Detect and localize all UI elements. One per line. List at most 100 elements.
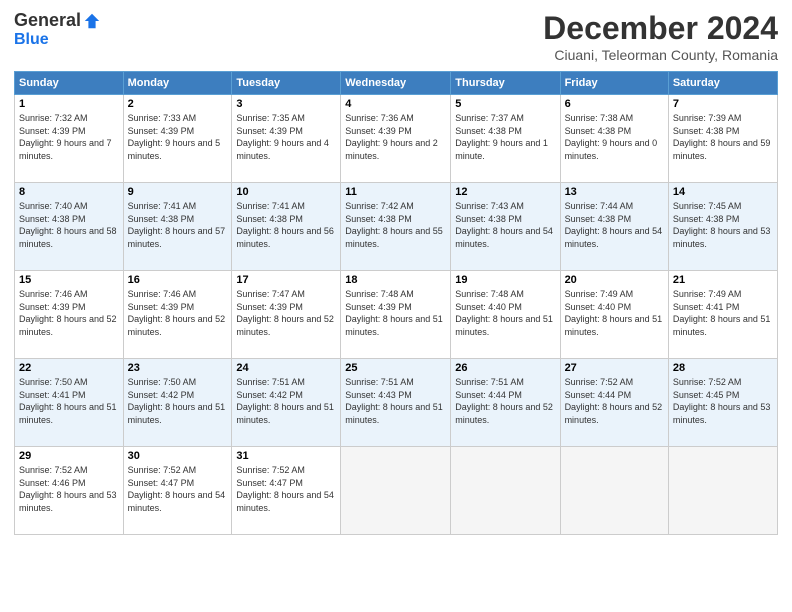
day-info: Sunrise: 7:52 AMSunset: 4:47 PMDaylight:…	[236, 464, 336, 514]
calendar-cell: 8 Sunrise: 7:40 AMSunset: 4:38 PMDaylight…	[15, 183, 124, 271]
day-number: 16	[128, 274, 228, 286]
day-number: 3	[236, 98, 336, 110]
calendar-cell: 16 Sunrise: 7:46 AMSunset: 4:39 PMDayligh…	[123, 271, 232, 359]
day-info: Sunrise: 7:39 AMSunset: 4:38 PMDaylight:…	[673, 112, 773, 162]
day-info: Sunrise: 7:48 AMSunset: 4:39 PMDaylight:…	[345, 288, 446, 338]
day-info: Sunrise: 7:52 AMSunset: 4:45 PMDaylight:…	[673, 376, 773, 426]
calendar-cell: 26Sunrise: 7:51 AMSunset: 4:44 PMDayligh…	[451, 359, 560, 447]
col-tuesday: Tuesday	[232, 72, 341, 95]
day-info: Sunrise: 7:43 AMSunset: 4:38 PMDaylight:…	[455, 200, 555, 250]
calendar-cell: 13 Sunrise: 7:44 AMSunset: 4:38 PMDayligh…	[560, 183, 668, 271]
day-number: 12	[455, 186, 555, 198]
day-info: Sunrise: 7:40 AMSunset: 4:38 PMDaylight:…	[19, 200, 119, 250]
day-number: 4	[345, 98, 446, 110]
col-monday: Monday	[123, 72, 232, 95]
day-number: 20	[565, 274, 664, 286]
day-number: 2	[128, 98, 228, 110]
calendar-cell	[668, 447, 777, 535]
logo-icon	[83, 12, 101, 30]
calendar-cell	[451, 447, 560, 535]
calendar-cell: 30 Sunrise: 7:52 AMSunset: 4:47 PMDayligh…	[123, 447, 232, 535]
day-info: Sunrise: 7:52 AMSunset: 4:44 PMDaylight:…	[565, 376, 664, 426]
day-number: 22	[19, 362, 119, 374]
day-number: 15	[19, 274, 119, 286]
calendar-table: Sunday Monday Tuesday Wednesday Thursday…	[14, 71, 778, 535]
calendar-cell: 17 Sunrise: 7:47 AMSunset: 4:39 PMDayligh…	[232, 271, 341, 359]
day-number: 18	[345, 274, 446, 286]
calendar-cell	[341, 447, 451, 535]
day-info: Sunrise: 7:49 AMSunset: 4:41 PMDaylight:…	[673, 288, 773, 338]
calendar-cell: 12 Sunrise: 7:43 AMSunset: 4:38 PMDayligh…	[451, 183, 560, 271]
day-number: 11	[345, 186, 446, 198]
day-number: 31	[236, 450, 336, 462]
calendar-cell: 4 Sunrise: 7:36 AMSunset: 4:39 PMDaylight…	[341, 95, 451, 183]
day-info: Sunrise: 7:36 AMSunset: 4:39 PMDaylight:…	[345, 112, 446, 162]
calendar-cell: 19Sunrise: 7:48 AMSunset: 4:40 PMDayligh…	[451, 271, 560, 359]
calendar-cell: 25 Sunrise: 7:51 AMSunset: 4:43 PMDayligh…	[341, 359, 451, 447]
day-info: Sunrise: 7:52 AMSunset: 4:46 PMDaylight:…	[19, 464, 119, 514]
calendar-cell: 7Sunrise: 7:39 AMSunset: 4:38 PMDaylight…	[668, 95, 777, 183]
day-info: Sunrise: 7:41 AMSunset: 4:38 PMDaylight:…	[128, 200, 228, 250]
calendar-cell: 27 Sunrise: 7:52 AMSunset: 4:44 PMDayligh…	[560, 359, 668, 447]
day-info: Sunrise: 7:50 AMSunset: 4:41 PMDaylight:…	[19, 376, 119, 426]
day-number: 8	[19, 186, 119, 198]
day-info: Sunrise: 7:38 AMSunset: 4:38 PMDaylight:…	[565, 112, 664, 162]
day-info: Sunrise: 7:48 AMSunset: 4:40 PMDaylight:…	[455, 288, 555, 338]
day-number: 10	[236, 186, 336, 198]
calendar-cell: 15 Sunrise: 7:46 AMSunset: 4:39 PMDayligh…	[15, 271, 124, 359]
day-info: Sunrise: 7:47 AMSunset: 4:39 PMDaylight:…	[236, 288, 336, 338]
col-saturday: Saturday	[668, 72, 777, 95]
day-info: Sunrise: 7:51 AMSunset: 4:42 PMDaylight:…	[236, 376, 336, 426]
calendar-cell: 24Sunrise: 7:51 AMSunset: 4:42 PMDayligh…	[232, 359, 341, 447]
day-info: Sunrise: 7:52 AMSunset: 4:47 PMDaylight:…	[128, 464, 228, 514]
day-number: 17	[236, 274, 336, 286]
day-info: Sunrise: 7:33 AMSunset: 4:39 PMDaylight:…	[128, 112, 228, 162]
day-info: Sunrise: 7:44 AMSunset: 4:38 PMDaylight:…	[565, 200, 664, 250]
day-info: Sunrise: 7:51 AMSunset: 4:44 PMDaylight:…	[455, 376, 555, 426]
day-number: 13	[565, 186, 664, 198]
col-sunday: Sunday	[15, 72, 124, 95]
title-section: December 2024 Ciuani, Teleorman County, …	[543, 10, 778, 63]
col-wednesday: Wednesday	[341, 72, 451, 95]
calendar-cell: 1Sunrise: 7:32 AMSunset: 4:39 PMDaylight…	[15, 95, 124, 183]
calendar-cell: 14 Sunrise: 7:45 AMSunset: 4:38 PMDayligh…	[668, 183, 777, 271]
subtitle: Ciuani, Teleorman County, Romania	[543, 47, 778, 63]
page-container: General Blue December 2024 Ciuani, Teleo…	[0, 0, 792, 612]
day-number: 29	[19, 450, 119, 462]
calendar-header-row: Sunday Monday Tuesday Wednesday Thursday…	[15, 72, 778, 95]
calendar-cell: 18 Sunrise: 7:48 AMSunset: 4:39 PMDayligh…	[341, 271, 451, 359]
logo-general: General	[14, 10, 81, 31]
day-number: 6	[565, 98, 664, 110]
calendar-cell	[560, 447, 668, 535]
calendar-cell: 11 Sunrise: 7:42 AMSunset: 4:38 PMDayligh…	[341, 183, 451, 271]
calendar-cell: 2 Sunrise: 7:33 AMSunset: 4:39 PMDaylight…	[123, 95, 232, 183]
logo-blue: Blue	[14, 31, 49, 49]
day-number: 14	[673, 186, 773, 198]
calendar-cell: 23Sunrise: 7:50 AMSunset: 4:42 PMDayligh…	[123, 359, 232, 447]
calendar-cell: 22 Sunrise: 7:50 AMSunset: 4:41 PMDayligh…	[15, 359, 124, 447]
day-number: 9	[128, 186, 228, 198]
calendar-cell: 20Sunrise: 7:49 AMSunset: 4:40 PMDayligh…	[560, 271, 668, 359]
day-number: 30	[128, 450, 228, 462]
day-info: Sunrise: 7:51 AMSunset: 4:43 PMDaylight:…	[345, 376, 446, 426]
day-info: Sunrise: 7:37 AMSunset: 4:38 PMDaylight:…	[455, 112, 555, 162]
day-info: Sunrise: 7:42 AMSunset: 4:38 PMDaylight:…	[345, 200, 446, 250]
logo-text: General	[14, 10, 101, 31]
calendar-cell: 29 Sunrise: 7:52 AMSunset: 4:46 PMDayligh…	[15, 447, 124, 535]
calendar-cell: 21Sunrise: 7:49 AMSunset: 4:41 PMDayligh…	[668, 271, 777, 359]
calendar-cell: 10Sunrise: 7:41 AMSunset: 4:38 PMDayligh…	[232, 183, 341, 271]
day-number: 28	[673, 362, 773, 374]
calendar-cell: 9 Sunrise: 7:41 AMSunset: 4:38 PMDaylight…	[123, 183, 232, 271]
calendar-cell: 6 Sunrise: 7:38 AMSunset: 4:38 PMDaylight…	[560, 95, 668, 183]
col-thursday: Thursday	[451, 72, 560, 95]
calendar-week-row: 29 Sunrise: 7:52 AMSunset: 4:46 PMDayligh…	[15, 447, 778, 535]
day-info: Sunrise: 7:50 AMSunset: 4:42 PMDaylight:…	[128, 376, 228, 426]
day-number: 25	[345, 362, 446, 374]
day-info: Sunrise: 7:46 AMSunset: 4:39 PMDaylight:…	[128, 288, 228, 338]
header: General Blue December 2024 Ciuani, Teleo…	[14, 10, 778, 63]
day-info: Sunrise: 7:46 AMSunset: 4:39 PMDaylight:…	[19, 288, 119, 338]
day-number: 27	[565, 362, 664, 374]
calendar-week-row: 15 Sunrise: 7:46 AMSunset: 4:39 PMDayligh…	[15, 271, 778, 359]
day-info: Sunrise: 7:45 AMSunset: 4:38 PMDaylight:…	[673, 200, 773, 250]
day-number: 5	[455, 98, 555, 110]
